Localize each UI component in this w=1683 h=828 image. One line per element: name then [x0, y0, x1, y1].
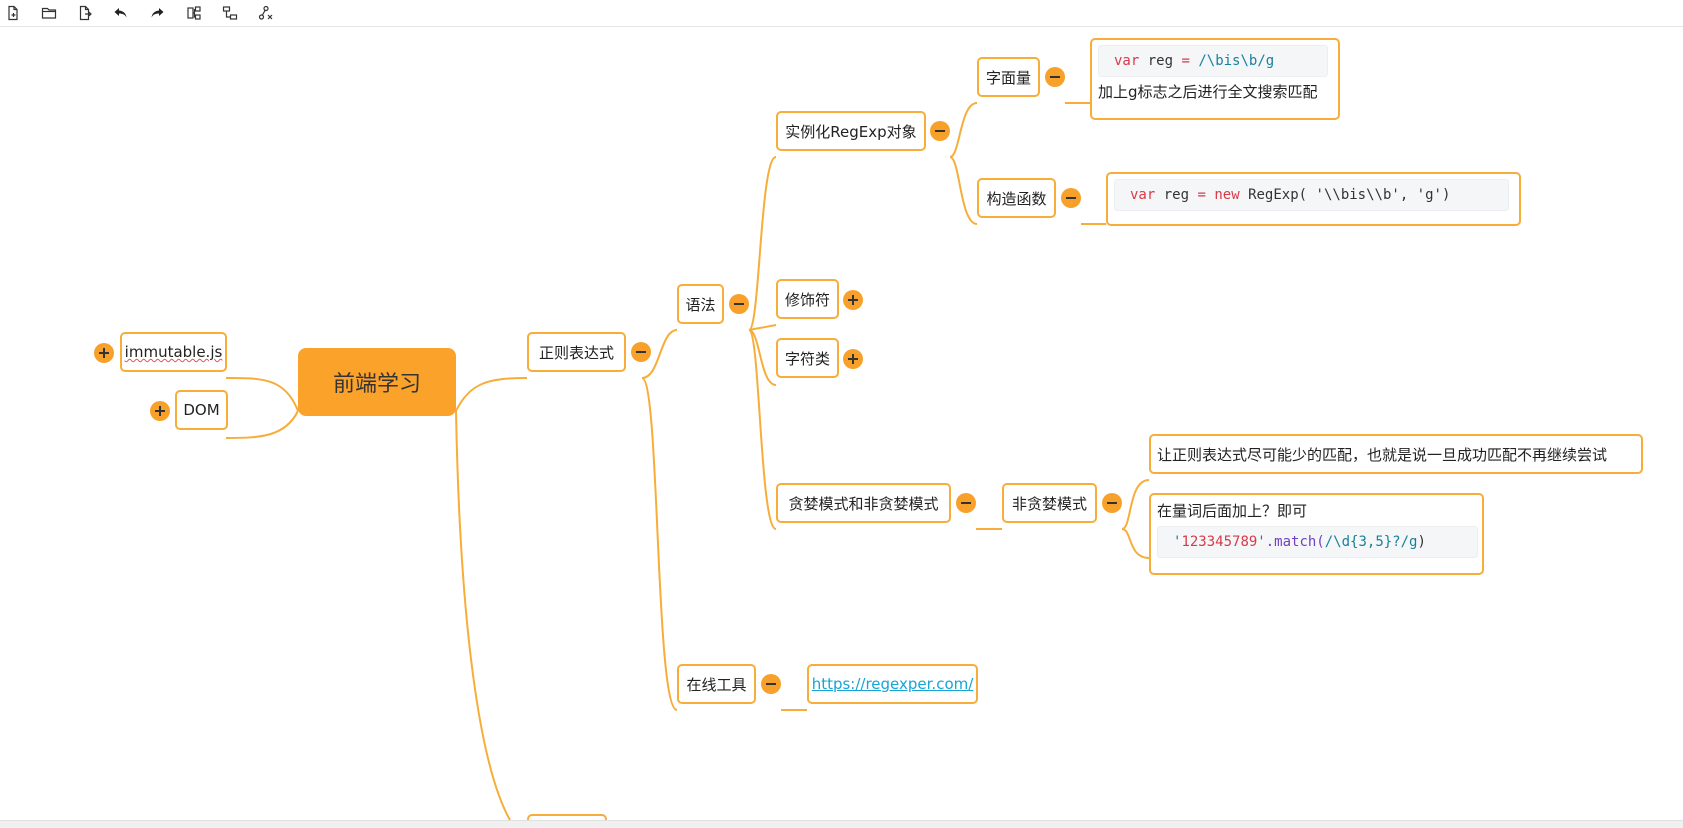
node-label: 构造函数	[986, 189, 1047, 208]
node-dom[interactable]: DOM	[175, 390, 228, 430]
bottom-scrollbar[interactable]	[0, 820, 1683, 828]
note-constructor[interactable]: var reg = new RegExp( '\\bis\\b', 'g')	[1106, 172, 1521, 226]
node-regex[interactable]: 正则表达式	[527, 332, 626, 372]
collapse-toggle-greedy[interactable]	[956, 493, 976, 513]
regexper-link[interactable]: https://regexper.com/	[812, 675, 974, 693]
node-label: 在线工具	[686, 675, 747, 694]
collapse-toggle-instantiate[interactable]	[930, 121, 950, 141]
mindmap-canvas[interactable]: 前端学习 immutable.js DOM 正则表达式 语法 实例化RegExp…	[0, 27, 1683, 820]
add-child-node-icon[interactable]	[183, 2, 205, 24]
node-label: immutable.js	[124, 343, 223, 361]
undo-icon[interactable]	[110, 2, 132, 24]
node-label: 正则表达式	[538, 343, 614, 362]
root-node-label: 前端学习	[332, 372, 421, 397]
open-folder-icon[interactable]	[38, 2, 60, 24]
node-label: 字面量	[985, 68, 1031, 87]
collapse-toggle-non-greedy[interactable]	[1102, 493, 1122, 513]
node-label: DOM	[183, 401, 220, 419]
node-label: 修饰符	[784, 290, 830, 309]
new-file-icon[interactable]	[2, 2, 24, 24]
collapse-toggle-constructor[interactable]	[1061, 188, 1081, 208]
root-node[interactable]: 前端学习	[298, 348, 456, 416]
node-char-class[interactable]: 字符类	[776, 338, 839, 378]
node-immutable-js[interactable]: immutable.js	[120, 332, 227, 372]
expand-toggle-dom[interactable]	[150, 401, 170, 421]
expand-toggle-immutable[interactable]	[94, 343, 114, 363]
node-label: 非贪婪模式	[1011, 494, 1087, 513]
node-constructor[interactable]: 构造函数	[977, 178, 1056, 218]
export-icon[interactable]	[74, 2, 96, 24]
add-sibling-node-icon[interactable]	[219, 2, 241, 24]
redo-icon[interactable]	[146, 2, 168, 24]
note-literal[interactable]: var reg = /\bis\b/g 加上g标志之后进行全文搜索匹配	[1090, 38, 1340, 120]
code-block-match: '123345789'.match(/\d{3,5}?/g)	[1157, 526, 1478, 558]
node-label: 实例化RegExp对象	[785, 122, 917, 141]
delete-node-icon[interactable]	[255, 2, 277, 24]
collapse-toggle-syntax[interactable]	[729, 294, 749, 314]
node-greedy-modes[interactable]: 贪婪模式和非贪婪模式	[776, 483, 951, 523]
expand-toggle-modifiers[interactable]	[843, 290, 863, 310]
collapse-toggle-online-tools[interactable]	[761, 674, 781, 694]
code-block-constructor: var reg = new RegExp( '\\bis\\b', 'g')	[1114, 179, 1509, 211]
node-literal[interactable]: 字面量	[977, 57, 1040, 97]
collapse-toggle-literal[interactable]	[1045, 67, 1065, 87]
expand-toggle-char-class[interactable]	[843, 349, 863, 369]
node-non-greedy[interactable]: 非贪婪模式	[1002, 483, 1097, 523]
toolbar	[0, 0, 1683, 27]
note-text: 让正则表达式尽可能少的匹配，也就是说一旦成功匹配不再继续尝试	[1157, 445, 1608, 464]
code-block-literal: var reg = /\bis\b/g	[1098, 45, 1328, 77]
collapse-toggle-regex[interactable]	[631, 342, 651, 362]
node-instantiate-regexp[interactable]: 实例化RegExp对象	[776, 111, 926, 151]
node-label: 贪婪模式和非贪婪模式	[788, 494, 939, 513]
node-syntax[interactable]: 语法	[677, 284, 724, 324]
node-modifiers[interactable]: 修饰符	[776, 279, 839, 319]
note-text: 加上g标志之后进行全文搜索匹配	[1098, 83, 1318, 101]
note-non-greedy-desc[interactable]: 让正则表达式尽可能少的匹配，也就是说一旦成功匹配不再继续尝试	[1149, 434, 1643, 474]
node-online-tools[interactable]: 在线工具	[677, 664, 756, 704]
note-non-greedy-usage[interactable]: 在量词后面加上？即可 '123345789'.match(/\d{3,5}?/g…	[1149, 493, 1484, 575]
node-label: 字符类	[784, 349, 830, 368]
node-regexper-link[interactable]: https://regexper.com/	[807, 664, 978, 704]
node-label: 语法	[685, 295, 716, 314]
note-text: 在量词后面加上？即可	[1157, 502, 1308, 520]
